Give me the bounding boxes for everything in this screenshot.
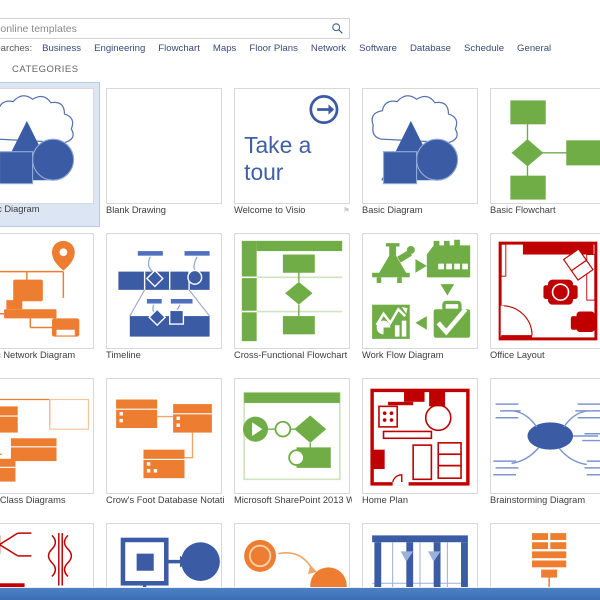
template-tile[interactable]: Brainstorming Diagram <box>484 372 600 517</box>
template-thumbnail-network-orange <box>0 233 94 349</box>
template-tile[interactable]: Take a tour Welcome to Visio ⚑ <box>228 82 356 227</box>
template-thumbnail-uml-orange <box>0 378 94 494</box>
template-tile-label: Microsoft SharePoint 2013 Work... <box>234 495 352 505</box>
template-thumbnail-take-a-tour: Take a tour <box>234 88 350 204</box>
suggested-searches: Suggested searches: Business Engineering… <box>0 43 564 54</box>
template-tile[interactable]: Basic Flowchart <box>484 82 600 227</box>
suggested-link-network[interactable]: Network <box>311 43 346 54</box>
template-thumbnail-flowchart-green <box>490 88 600 204</box>
suggested-link-maps[interactable]: Maps <box>213 43 236 54</box>
template-tile-label: Cross-Functional Flowchart <box>234 350 348 360</box>
suggested-link-software[interactable]: Software <box>359 43 397 54</box>
template-tile-label: Basic Diagram <box>362 205 423 215</box>
template-tile-label: Work Flow Diagram <box>362 350 444 360</box>
template-thumbnail-homeplan-red <box>362 378 478 494</box>
template-tile[interactable]: Crow's Foot Database Notation <box>100 372 228 517</box>
template-tile-label: Basic Network Diagram <box>0 350 76 360</box>
suggested-link-floor-plans[interactable]: Floor Plans <box>249 43 298 54</box>
visio-template-gallery: Suggested searches: Business Engineering… <box>0 0 600 600</box>
categories-label: CATEGORIES <box>12 64 79 75</box>
suggested-link-database[interactable]: Database <box>410 43 451 54</box>
template-tile-label: Blank Drawing <box>106 205 166 215</box>
template-tile-label: Basic Flowchart <box>490 205 556 215</box>
template-tile[interactable]: Home Plan <box>356 372 484 517</box>
template-tile[interactable]: Basic Network Diagram <box>0 227 100 372</box>
template-tile[interactable]: Blank Drawing <box>100 82 228 227</box>
taskbar[interactable] <box>0 588 600 600</box>
template-tile-label: Crow's Foot Database Notation <box>106 495 224 505</box>
svg-text:tour: tour <box>244 159 284 185</box>
suggested-link-business[interactable]: Business <box>42 43 81 54</box>
template-thumbnail-blank <box>106 88 222 204</box>
template-thumbnail-sharepoint-green <box>234 378 350 494</box>
template-tile[interactable]: Microsoft SharePoint 2013 Work... <box>228 372 356 517</box>
template-tile[interactable]: Cross-Functional Flowchart <box>228 227 356 372</box>
suggested-link-engineering[interactable]: Engineering <box>94 43 145 54</box>
template-tile[interactable]: Basic Diagram <box>0 82 100 227</box>
template-tile[interactable]: Office Layout <box>484 227 600 372</box>
search-input[interactable] <box>0 19 325 38</box>
search-box[interactable] <box>0 18 350 39</box>
suggested-link-general[interactable]: General <box>517 43 551 54</box>
template-tile-label: Brainstorming Diagram <box>490 495 586 505</box>
template-thumbnail-timeline-blue <box>106 233 222 349</box>
template-thumbnail-crowsfoot-orange <box>106 378 222 494</box>
template-tile-label: Office Layout <box>490 350 545 360</box>
template-tile-label: Basic Diagram <box>0 204 40 214</box>
template-thumbnail-workflow-green <box>362 233 478 349</box>
search-icon[interactable] <box>325 19 349 38</box>
template-tile-label: Welcome to Visio <box>234 205 306 215</box>
template-tile[interactable]: Basic Diagram <box>356 82 484 227</box>
template-tile-label: Timeline <box>106 350 141 360</box>
template-grid: Basic Diagram Blank Drawing Take a tour W… <box>0 82 600 600</box>
template-thumbnail-office-red <box>490 233 600 349</box>
template-tile-label: Home Plan <box>362 495 408 505</box>
template-tile[interactable]: Timeline <box>100 227 228 372</box>
template-thumbnail-shapes-blue <box>0 88 94 204</box>
categories-bar: CATEGORIES <box>0 62 600 80</box>
template-thumbnail-shapes-blue <box>362 88 478 204</box>
svg-text:Take a: Take a <box>244 132 311 158</box>
search-area: Suggested searches: Business Engineering… <box>0 0 600 60</box>
suggested-searches-label: Suggested searches: <box>0 43 33 54</box>
template-thumbnail-crossfunc-green <box>234 233 350 349</box>
suggested-link-flowchart[interactable]: Flowchart <box>158 43 200 54</box>
suggested-link-schedule[interactable]: Schedule <box>464 43 504 54</box>
pin-icon[interactable]: ⚑ <box>343 206 350 215</box>
template-tile-label: UML Class Diagrams <box>0 495 66 505</box>
template-tile[interactable]: Work Flow Diagram <box>356 227 484 372</box>
template-thumbnail-brainstorm-blue <box>490 378 600 494</box>
template-tile[interactable]: UML Class Diagrams <box>0 372 100 517</box>
